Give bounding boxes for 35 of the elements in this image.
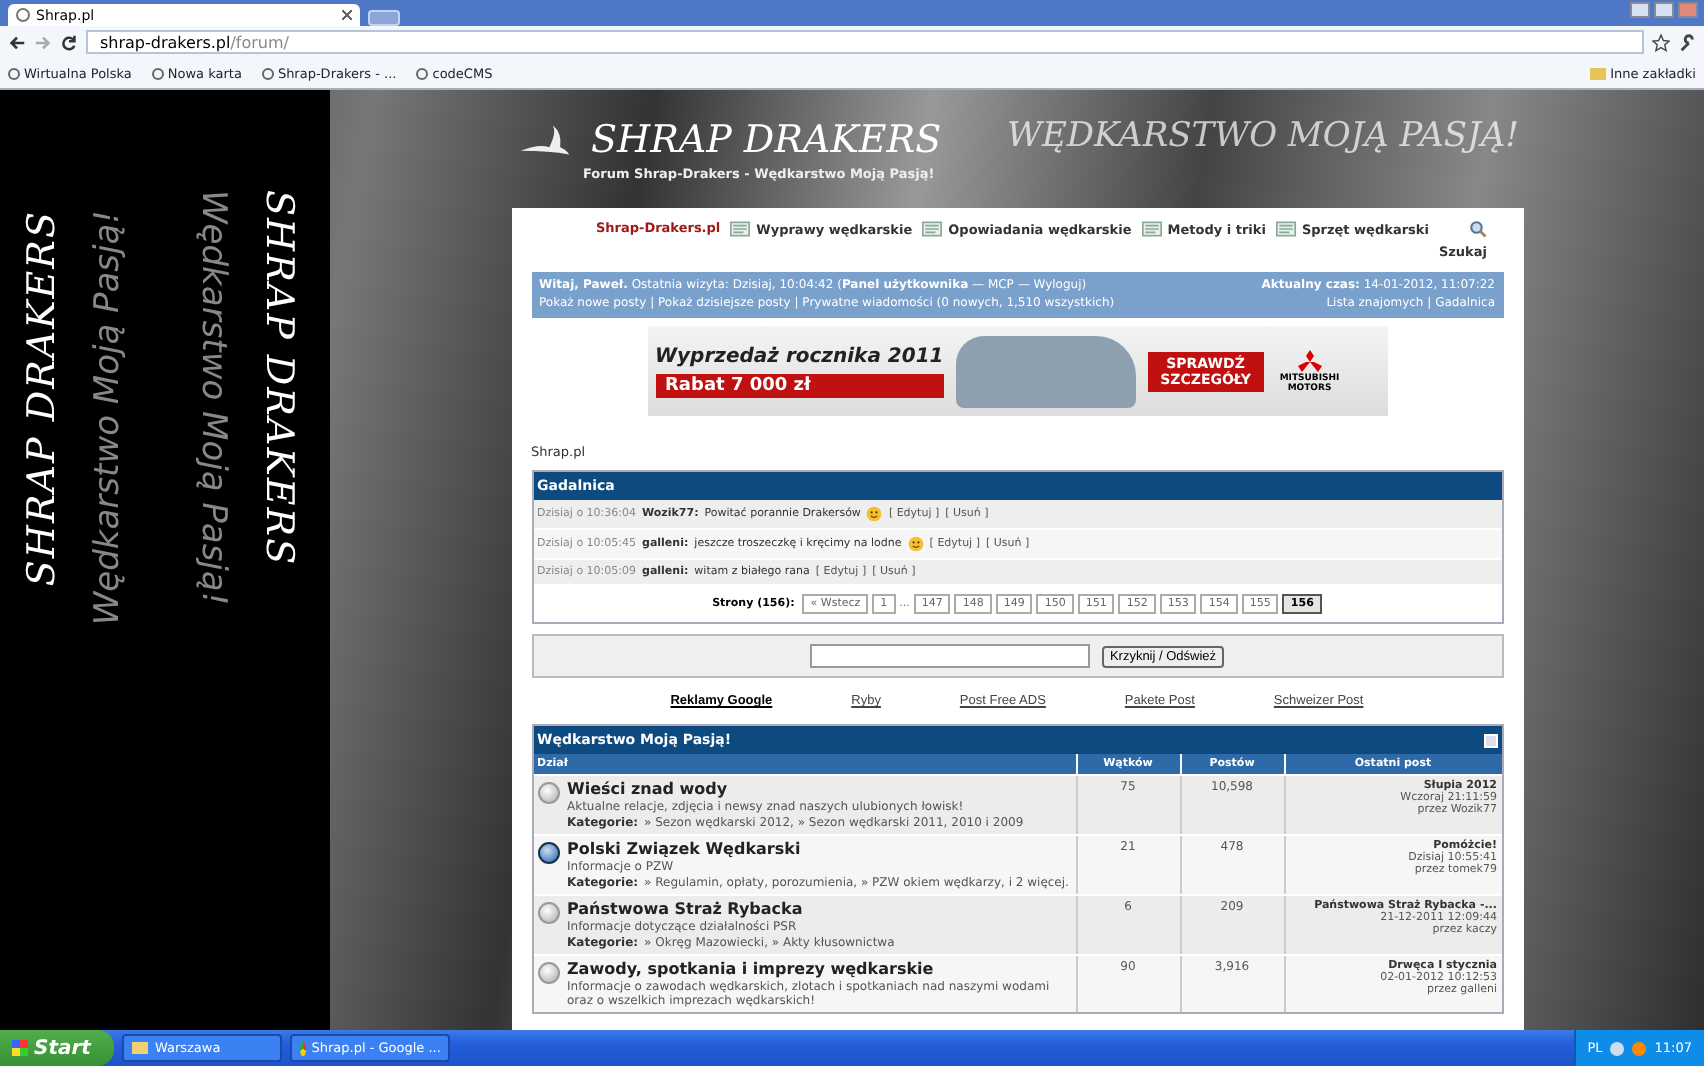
forum-name[interactable]: Państwowa Straż Rybacka xyxy=(567,900,895,919)
forward-arrow-icon[interactable] xyxy=(34,33,52,51)
ad-price: Rabat 7 000 zł xyxy=(655,373,944,398)
newspaper-icon xyxy=(922,220,943,238)
newspaper-icon xyxy=(1275,220,1296,238)
windows-flag-icon xyxy=(12,1040,28,1056)
address-field[interactable]: shrap-drakers.pl/forum/ xyxy=(86,30,1644,54)
shout-input[interactable] xyxy=(809,644,1090,669)
ad-title: Wyprzedaż rocznika 2011 xyxy=(655,345,944,368)
page-icon xyxy=(16,8,30,22)
minimize-icon[interactable] xyxy=(1630,2,1650,18)
close-tab-icon[interactable] xyxy=(342,10,352,20)
diamond-logo-icon xyxy=(1297,349,1322,372)
newspaper-icon xyxy=(1141,220,1162,238)
header-slogan: WĘDKARSTWO MOJĄ PASJĄ! xyxy=(1007,115,1519,155)
forum-name[interactable]: Wieści znad wody xyxy=(567,780,1024,799)
wrench-icon[interactable] xyxy=(1678,33,1696,51)
maximize-icon[interactable] xyxy=(1654,2,1674,18)
reload-icon[interactable] xyxy=(60,33,78,51)
browser-icon xyxy=(300,1041,306,1055)
collapse-icon[interactable] xyxy=(1483,733,1497,748)
search-icon xyxy=(1467,220,1487,238)
forum-name[interactable]: Zawody, spotkania i imprezy wędkarskie xyxy=(567,960,1071,979)
banner-title: SHRAP DRAKERS xyxy=(255,190,301,567)
star-icon[interactable] xyxy=(1652,33,1670,51)
forum-name[interactable]: Polski Związek Wędkarski xyxy=(567,840,1069,859)
banner-title: SHRAP DRAKERS xyxy=(20,210,66,587)
newspaper-icon xyxy=(730,220,751,238)
new-tab-button[interactable] xyxy=(368,10,400,26)
banner-slogan: Wędkarstwo Moją Pasją! xyxy=(88,210,130,626)
site-logo: SHRAP DRAKERS xyxy=(591,117,942,161)
folder-icon xyxy=(132,1042,149,1054)
back-arrow-icon[interactable] xyxy=(8,33,26,51)
banner-slogan: Wędkarstwo Moją Pasją! xyxy=(191,190,233,606)
bird-logo-icon xyxy=(515,121,571,157)
